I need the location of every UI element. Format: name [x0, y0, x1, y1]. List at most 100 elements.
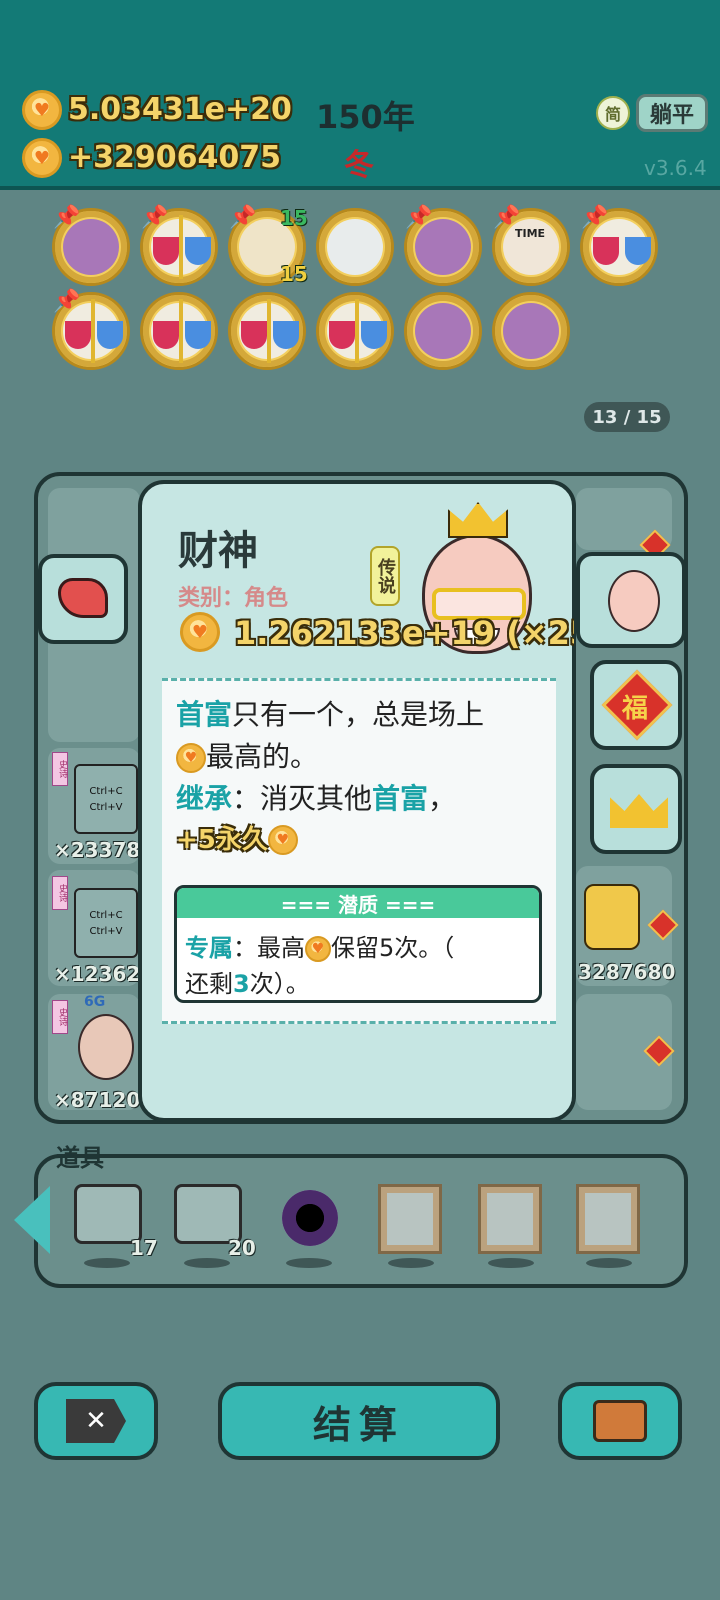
delete-icon: ✕ — [66, 1399, 126, 1443]
tool-shadow — [286, 1258, 332, 1268]
desc-text: 只有一个，总是场上 — [232, 698, 485, 731]
tool-empty-slot[interactable] — [576, 1184, 640, 1254]
relic-slot[interactable]: TIME 📌 — [492, 205, 570, 286]
liver-tab[interactable] — [38, 554, 128, 644]
ctrl-v-text: Ctrl+V — [89, 926, 123, 937]
blue-bowl-icon — [361, 321, 387, 349]
item-category: 类别：角色 — [178, 586, 289, 611]
tool-shadow — [488, 1258, 534, 1268]
arrow-icon — [179, 299, 183, 363]
arrow-icon — [91, 299, 95, 363]
relic-slot[interactable]: 📌 — [404, 205, 482, 286]
red-bowl-icon — [153, 321, 179, 349]
trait-text: ：最高 — [233, 934, 305, 962]
version-label: v3.6.4 — [644, 156, 707, 180]
simplify-button[interactable]: 简 — [596, 96, 630, 130]
black-hole-icon — [282, 1190, 338, 1246]
red-bowl-icon — [593, 237, 619, 265]
tool-shadow — [388, 1258, 434, 1268]
shell-count-bottom: 15 — [280, 262, 308, 286]
keyword-richest: 首富 — [176, 698, 233, 731]
red-bowl-icon — [65, 321, 91, 349]
item-value: 1.262133e+19 (×259 — [234, 614, 574, 652]
card-pack-icon — [74, 1184, 142, 1244]
crown-tab[interactable] — [590, 764, 682, 854]
tools-prev-arrow-icon[interactable] — [14, 1186, 50, 1254]
ctrl-c-card: Ctrl+C Ctrl+V — [74, 888, 138, 958]
ctrl-v-text: Ctrl+V — [89, 802, 123, 813]
income-per-turn: +329064075 — [68, 140, 282, 175]
tool-count: 20 — [228, 1236, 256, 1260]
tool-black-hole[interactable] — [276, 1184, 342, 1250]
relic-slot[interactable] — [140, 292, 218, 370]
ctrl-c-card: Ctrl+C Ctrl+V — [74, 764, 138, 834]
pin-icon: 📌 — [581, 205, 609, 230]
remove-button[interactable]: ✕ — [34, 1382, 158, 1460]
keyword-richest: 首富 — [372, 782, 429, 815]
tools-label: 道具 — [56, 1144, 104, 1172]
season-label: 冬 — [344, 148, 374, 183]
desc-text: ， — [428, 782, 457, 815]
briefcase-icon — [593, 1400, 647, 1442]
pin-icon: 📌 — [53, 289, 81, 314]
relic-slot[interactable]: 📌 — [140, 205, 218, 286]
epic-tag: 史诗 — [52, 1000, 68, 1034]
shell-count-top: 15 — [280, 206, 308, 230]
trait-text: 次）。 — [249, 970, 310, 998]
relic-slot[interactable] — [228, 292, 306, 370]
remaining-count: 3 — [233, 970, 250, 998]
gift-count: 3287680 — [578, 960, 676, 984]
character-tab[interactable] — [576, 552, 686, 648]
year-counter: 150年 — [316, 98, 415, 136]
ctrl-c-text: Ctrl+C — [89, 910, 123, 921]
pin-icon: 📌 — [405, 205, 433, 230]
coin-icon: ♥ — [22, 138, 62, 178]
keyword-exclusive: 专属 — [185, 934, 233, 962]
red-bowl-icon — [153, 237, 179, 265]
trait-text: 保留5次。（ — [331, 934, 455, 962]
relic-slot[interactable]: 📌 — [52, 289, 130, 370]
settle-label: 结算 — [312, 1402, 405, 1447]
trait-header: === 潜质 === — [177, 888, 539, 918]
coupon-icon — [503, 303, 559, 359]
trait-text: 还剩 — [185, 970, 233, 998]
tool-shadow — [184, 1258, 230, 1268]
pin-icon: 📌 — [141, 205, 169, 230]
liver-icon — [58, 578, 108, 618]
settle-button[interactable]: 结算 — [218, 1382, 500, 1460]
arrow-icon — [179, 215, 183, 279]
red-bowl-icon — [241, 321, 267, 349]
relic-slot[interactable]: 📌 — [580, 205, 658, 286]
tool-empty-slot[interactable] — [478, 1184, 542, 1254]
fu-tab[interactable]: 福 — [590, 660, 682, 750]
pin-icon: 📌 — [493, 205, 521, 230]
relic-slot[interactable] — [492, 292, 570, 370]
tool-count: 17 — [130, 1236, 158, 1260]
desc-text: ：消灭其他 — [232, 782, 373, 815]
gift-machine-icon — [584, 884, 640, 950]
blue-bowl-icon — [185, 321, 211, 349]
skirt-icon — [327, 219, 383, 275]
lie-flat-button[interactable]: 躺平 — [636, 94, 708, 132]
coin-icon: ♥ — [22, 90, 62, 130]
inventory-button[interactable] — [558, 1382, 682, 1460]
character-face-icon — [608, 570, 660, 632]
rarity-tag: 传说 — [370, 546, 400, 606]
crown-icon — [610, 794, 668, 828]
blue-bowl-icon — [185, 237, 211, 265]
fu-label: 福 — [622, 694, 649, 724]
page-indicator: 13 / 15 — [584, 402, 670, 432]
tool-empty-slot[interactable] — [378, 1184, 442, 1254]
epic-tag: 史诗 — [52, 752, 68, 786]
relic-slot[interactable]: 📌 — [52, 205, 130, 286]
item-count: ×23378 — [54, 838, 141, 862]
coin-icon: ♥ — [267, 825, 298, 855]
relic-slot[interactable] — [404, 292, 482, 370]
arrow-icon — [355, 299, 359, 363]
relic-slot[interactable] — [316, 292, 394, 370]
card-pack-icon — [174, 1184, 242, 1244]
pin-icon: 📌 — [229, 205, 257, 230]
item-count: ×12362 — [54, 962, 141, 986]
relic-slot[interactable] — [316, 208, 394, 286]
ctrl-c-text: Ctrl+C — [89, 786, 123, 797]
